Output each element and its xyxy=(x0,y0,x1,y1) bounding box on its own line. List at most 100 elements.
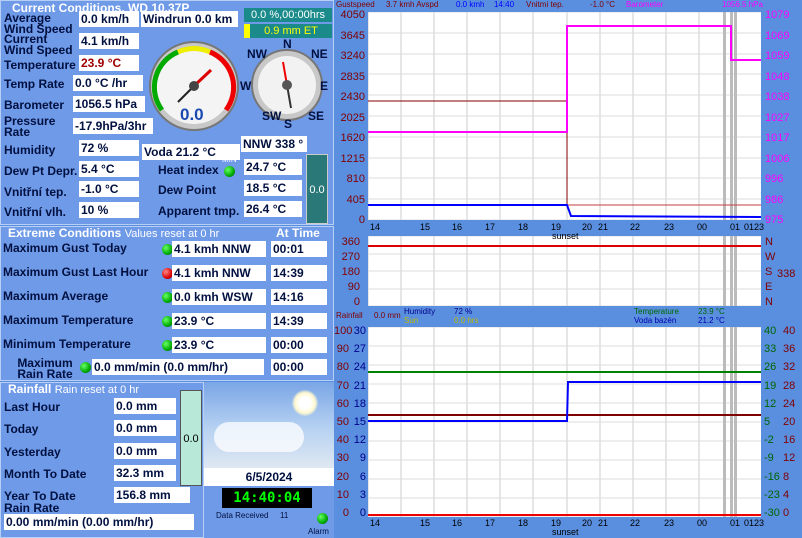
bot-right-tick2: 36 xyxy=(783,343,796,356)
baro-value: 1056.5 hPa xyxy=(73,96,145,112)
vtep-label: Vnitřní tep. xyxy=(4,185,67,199)
mid-left-tick: 180 xyxy=(341,266,360,278)
legend-voda: Voda bazén xyxy=(634,316,677,325)
top-left-tick: 3645 xyxy=(340,29,365,42)
top-x-tick: 0123 xyxy=(744,222,765,232)
bot-right-tick: 12 xyxy=(764,397,777,410)
compass-s: S xyxy=(284,117,293,131)
top-left-tick: 1620 xyxy=(340,132,365,144)
bot-x-tick: 14 xyxy=(370,518,381,528)
compass-nw: NW xyxy=(247,47,267,61)
temprate-value: 0.0 °C /hr xyxy=(73,75,143,91)
legend-voda-val: 21.2 °C xyxy=(698,316,725,325)
mid-right-tick: W xyxy=(765,251,776,263)
bot-right-tick2: 16 xyxy=(783,434,796,447)
bot-right-tick: -30 xyxy=(764,507,780,519)
top-x-tick: 23 xyxy=(664,222,675,232)
avg-wind-value: 0.0 km/h xyxy=(79,11,139,27)
bot-x-tick: 15 xyxy=(420,518,431,528)
mid-right-tick: N xyxy=(765,236,773,248)
wind-gauge-value: 0.0 xyxy=(180,105,204,124)
top-right-tick: 1017 xyxy=(765,132,790,144)
windrun-value: Windrun 0.0 km xyxy=(141,11,238,27)
bot-left-tick2: 30 xyxy=(353,325,366,337)
bot-right-tick: -9 xyxy=(764,452,774,465)
legend-gust: Gustspeed xyxy=(336,0,375,9)
rain-label-1: Today xyxy=(4,422,39,436)
top-x-tick: 01 xyxy=(730,222,741,232)
cur-wind-label: Current Wind Speed xyxy=(4,32,73,57)
top-x-tick: 22 xyxy=(630,222,641,232)
baro-label: Barometer xyxy=(4,98,65,112)
extreme-label-1: Maximum Gust Last Hour xyxy=(3,265,149,279)
top-right-tick: 975 xyxy=(765,214,784,226)
bottom-chart xyxy=(368,327,761,517)
bot-right-tick2: 24 xyxy=(783,397,796,410)
bot-x-tick: 21 xyxy=(598,518,609,528)
legend-avspd: 3.7 kmh Avspd xyxy=(386,0,439,9)
bot-x-tick: 20 xyxy=(582,518,593,528)
legend-avspd-val: 0.0 kmh xyxy=(456,0,485,9)
bot-left-tick2: 18 xyxy=(353,397,366,410)
mid-chart xyxy=(368,236,761,306)
mid-left-tick: 0 xyxy=(353,296,360,308)
bot-x-tick: 17 xyxy=(485,518,496,528)
mid-right-tick: N xyxy=(765,296,773,308)
cur-wind-value: 4.1 km/h xyxy=(79,33,139,49)
compass-w: W xyxy=(240,79,252,93)
app-label: Apparent tmp. xyxy=(158,204,240,218)
bot-x-tick: 01 xyxy=(730,518,741,528)
extreme-value-0: 4.1 kmh NNW xyxy=(172,241,266,257)
temprate-label: Temp Rate xyxy=(4,77,65,91)
cloud-icon xyxy=(214,422,304,452)
et-box: 0.9 mm ET xyxy=(244,24,332,38)
bot-left-tick2: 0 xyxy=(359,507,366,519)
top-left-tick: 405 xyxy=(346,193,365,206)
top-right-tick: 1069 xyxy=(765,29,790,42)
bot-right-tick: -2 xyxy=(764,434,774,447)
extreme-time-0: 00:01 xyxy=(271,241,327,257)
extreme-label-0: Maximum Gust Today xyxy=(3,241,127,255)
bot-left-tick: 70 xyxy=(336,379,349,392)
bot-left-tick: 90 xyxy=(336,343,349,356)
clock-display: 14:40:04 xyxy=(222,488,312,508)
bot-right-tick2: 20 xyxy=(783,416,796,428)
top-right-tick: 1059 xyxy=(765,50,790,62)
compass-e: E xyxy=(320,79,329,93)
alarm-indicator-icon[interactable] xyxy=(317,513,328,524)
rain-value-3: 32.3 mm xyxy=(114,465,176,481)
extreme-label-2: Maximum Average xyxy=(3,289,109,303)
dew-dep-value: 5.4 °C xyxy=(79,161,139,177)
bot-left-tick2: 27 xyxy=(353,343,366,356)
hum-value: 72 % xyxy=(79,140,139,156)
data-received-count: 11 xyxy=(280,511,289,520)
bot-right-tick2: 8 xyxy=(783,470,790,483)
compass-n: N xyxy=(283,37,292,51)
bot-x-tick: 22 xyxy=(630,518,641,528)
heat-label: Heat index xyxy=(158,163,219,177)
rain-rate-value: 0.00 mm/min (0.00 mm/hr) xyxy=(4,514,194,530)
top-left-tick: 0 xyxy=(358,214,365,226)
top-x-tick: 18 xyxy=(518,222,529,232)
extreme-value-3: 23.9 °C xyxy=(172,313,266,329)
mid-right-tick: E xyxy=(765,281,773,293)
extreme-value-2: 0.0 kmh WSW xyxy=(172,289,266,305)
legend-baro: Barometer xyxy=(626,0,664,9)
sky-image xyxy=(204,382,334,468)
rain-value-1: 0.0 mm xyxy=(114,420,176,436)
sun-icon xyxy=(292,390,318,416)
alarm-label: Alarm xyxy=(308,527,329,536)
top-x-tick: 16 xyxy=(452,222,463,232)
rainfall-title: Rainfall Rain reset at 0 hr xyxy=(8,382,140,396)
legend-baro-val: 1056.5 hPa xyxy=(722,0,763,9)
bot-right-tick2: 0 xyxy=(783,507,790,519)
top-left-tick: 1215 xyxy=(340,152,365,165)
sunset-label-bottom: sunset xyxy=(552,527,579,537)
extreme-label-3: Maximum Temperature xyxy=(3,313,134,327)
legend-rain-val: 0.0 mm xyxy=(374,311,401,320)
vtep-value: -1.0 °C xyxy=(79,181,139,197)
top-right-tick: 986 xyxy=(765,193,784,206)
legend-rain: Rainfall xyxy=(336,311,363,320)
rain-gauge: 0.0 xyxy=(180,390,202,486)
extreme-time-4: 00:00 xyxy=(271,337,327,353)
